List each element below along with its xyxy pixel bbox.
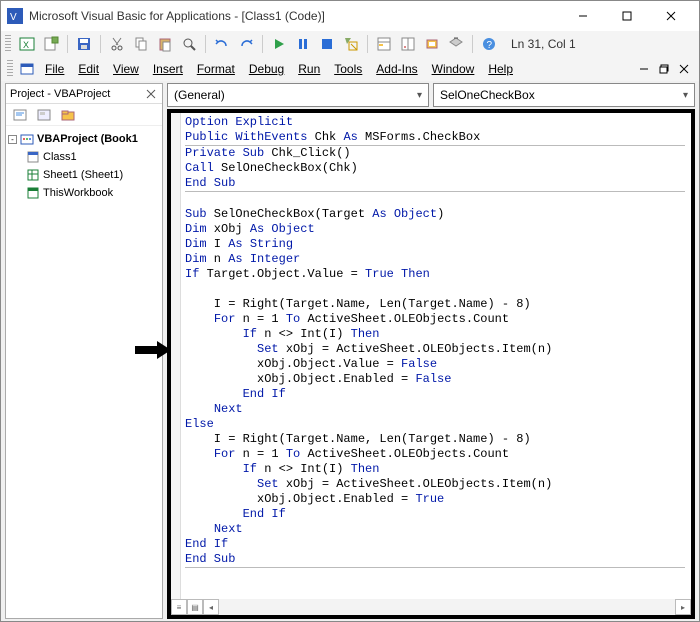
- undo-icon[interactable]: [212, 34, 232, 54]
- object-browser-icon[interactable]: [422, 34, 442, 54]
- minimize-button[interactable]: [561, 2, 605, 30]
- tree-toggle-icon[interactable]: -: [8, 135, 17, 144]
- menu-window[interactable]: Window: [426, 60, 481, 78]
- tree-item-class1[interactable]: Class1: [26, 148, 160, 166]
- scroll-right-button[interactable]: ▸: [675, 599, 691, 615]
- menu-tools[interactable]: Tools: [328, 60, 368, 78]
- window-title: Microsoft Visual Basic for Applications …: [29, 9, 325, 23]
- menu-debug[interactable]: Debug: [243, 60, 290, 78]
- tree-root-label: VBAProject (Book1: [37, 133, 138, 145]
- project-explorer-close-button[interactable]: [144, 87, 158, 101]
- standard-toolbar: X ? Ln 31, Col 1: [1, 31, 699, 57]
- object-dropdown[interactable]: (General) ▾: [167, 83, 429, 107]
- menu-format[interactable]: Format: [191, 60, 241, 78]
- chevron-down-icon: ▾: [417, 90, 422, 101]
- workspace: Project - VBAProject - VBAProject (Book1…: [1, 81, 699, 621]
- svg-text:?: ?: [487, 40, 493, 51]
- maximize-button[interactable]: [605, 2, 649, 30]
- view-object-icon[interactable]: [34, 105, 54, 125]
- break-icon[interactable]: [293, 34, 313, 54]
- annotation-arrow-icon: [135, 338, 171, 362]
- tree-item-thisworkbook[interactable]: ThisWorkbook: [26, 184, 160, 202]
- code-pane: (General) ▾ SelOneCheckBox ▾ Option Expl…: [167, 83, 695, 619]
- title-bar: V Microsoft Visual Basic for Application…: [1, 1, 699, 31]
- toolbar-grip[interactable]: [5, 35, 11, 53]
- procedure-dropdown-value: SelOneCheckBox: [440, 88, 535, 102]
- cursor-position: Ln 31, Col 1: [511, 37, 576, 51]
- copy-icon[interactable]: [131, 34, 151, 54]
- mdi-restore-button[interactable]: [655, 60, 673, 78]
- tree-root[interactable]: - VBAProject (Book1: [8, 130, 160, 148]
- menu-help[interactable]: Help: [482, 60, 519, 78]
- code-margin[interactable]: [171, 113, 181, 615]
- menu-insert[interactable]: Insert: [147, 60, 189, 78]
- scroll-track[interactable]: [219, 599, 675, 615]
- tree-item-sheet1[interactable]: Sheet1 (Sheet1): [26, 166, 160, 184]
- procedure-dropdown[interactable]: SelOneCheckBox ▾: [433, 83, 695, 107]
- horizontal-scrollbar[interactable]: ≡ ▤ ◂ ▸: [171, 599, 691, 615]
- menubar-grip[interactable]: [7, 60, 13, 78]
- project-explorer-icon[interactable]: [374, 34, 394, 54]
- tree-label: Sheet1 (Sheet1): [43, 169, 123, 181]
- cut-icon[interactable]: [107, 34, 127, 54]
- workbook-icon: [26, 186, 40, 200]
- redo-icon[interactable]: [236, 34, 256, 54]
- code-dropdown-row: (General) ▾ SelOneCheckBox ▾: [167, 83, 695, 107]
- design-mode-icon[interactable]: [341, 34, 361, 54]
- chevron-down-icon: ▾: [683, 90, 688, 101]
- view-code-icon[interactable]: [10, 105, 30, 125]
- svg-text:V: V: [10, 12, 17, 23]
- menu-bar: File Edit View Insert Format Debug Run T…: [1, 57, 699, 81]
- mdi-close-button[interactable]: [675, 60, 693, 78]
- tree-label: Class1: [43, 151, 77, 163]
- vba-app-icon: V: [7, 8, 23, 24]
- project-explorer-caption: Project - VBAProject: [10, 88, 110, 100]
- close-button[interactable]: [649, 2, 693, 30]
- mdi-minimize-button[interactable]: [635, 60, 653, 78]
- toolbox-icon[interactable]: [446, 34, 466, 54]
- menu-run[interactable]: Run: [292, 60, 326, 78]
- menu-view[interactable]: View: [107, 60, 145, 78]
- project-explorer-title: Project - VBAProject: [6, 84, 162, 104]
- find-icon[interactable]: [179, 34, 199, 54]
- worksheet-icon: [26, 168, 40, 182]
- scroll-left-button[interactable]: ◂: [203, 599, 219, 615]
- project-toolbar: [6, 104, 162, 126]
- code-text[interactable]: Option Explicit Public WithEvents Chk As…: [185, 115, 685, 597]
- properties-window-icon[interactable]: [398, 34, 418, 54]
- project-icon: [20, 132, 34, 146]
- tree-label: ThisWorkbook: [43, 187, 113, 199]
- procedure-view-button[interactable]: ≡: [171, 599, 187, 615]
- paste-icon[interactable]: [155, 34, 175, 54]
- code-window[interactable]: Option Explicit Public WithEvents Chk As…: [167, 109, 695, 619]
- menu-edit[interactable]: Edit: [72, 60, 105, 78]
- class-module-icon: [26, 150, 40, 164]
- menu-file[interactable]: File: [39, 60, 70, 78]
- menu-addins[interactable]: Add-Ins: [370, 60, 423, 78]
- toggle-folders-icon[interactable]: [58, 105, 78, 125]
- mdi-system-icon[interactable]: [17, 59, 37, 79]
- object-dropdown-value: (General): [174, 88, 225, 102]
- help-icon[interactable]: ?: [479, 34, 499, 54]
- reset-icon[interactable]: [317, 34, 337, 54]
- full-module-view-button[interactable]: ▤: [187, 599, 203, 615]
- svg-text:X: X: [23, 40, 29, 50]
- insert-module-icon[interactable]: [41, 34, 61, 54]
- view-excel-icon[interactable]: X: [17, 34, 37, 54]
- save-icon[interactable]: [74, 34, 94, 54]
- project-tree[interactable]: - VBAProject (Book1 Class1 Sheet1 (Sheet…: [6, 126, 162, 618]
- run-icon[interactable]: [269, 34, 289, 54]
